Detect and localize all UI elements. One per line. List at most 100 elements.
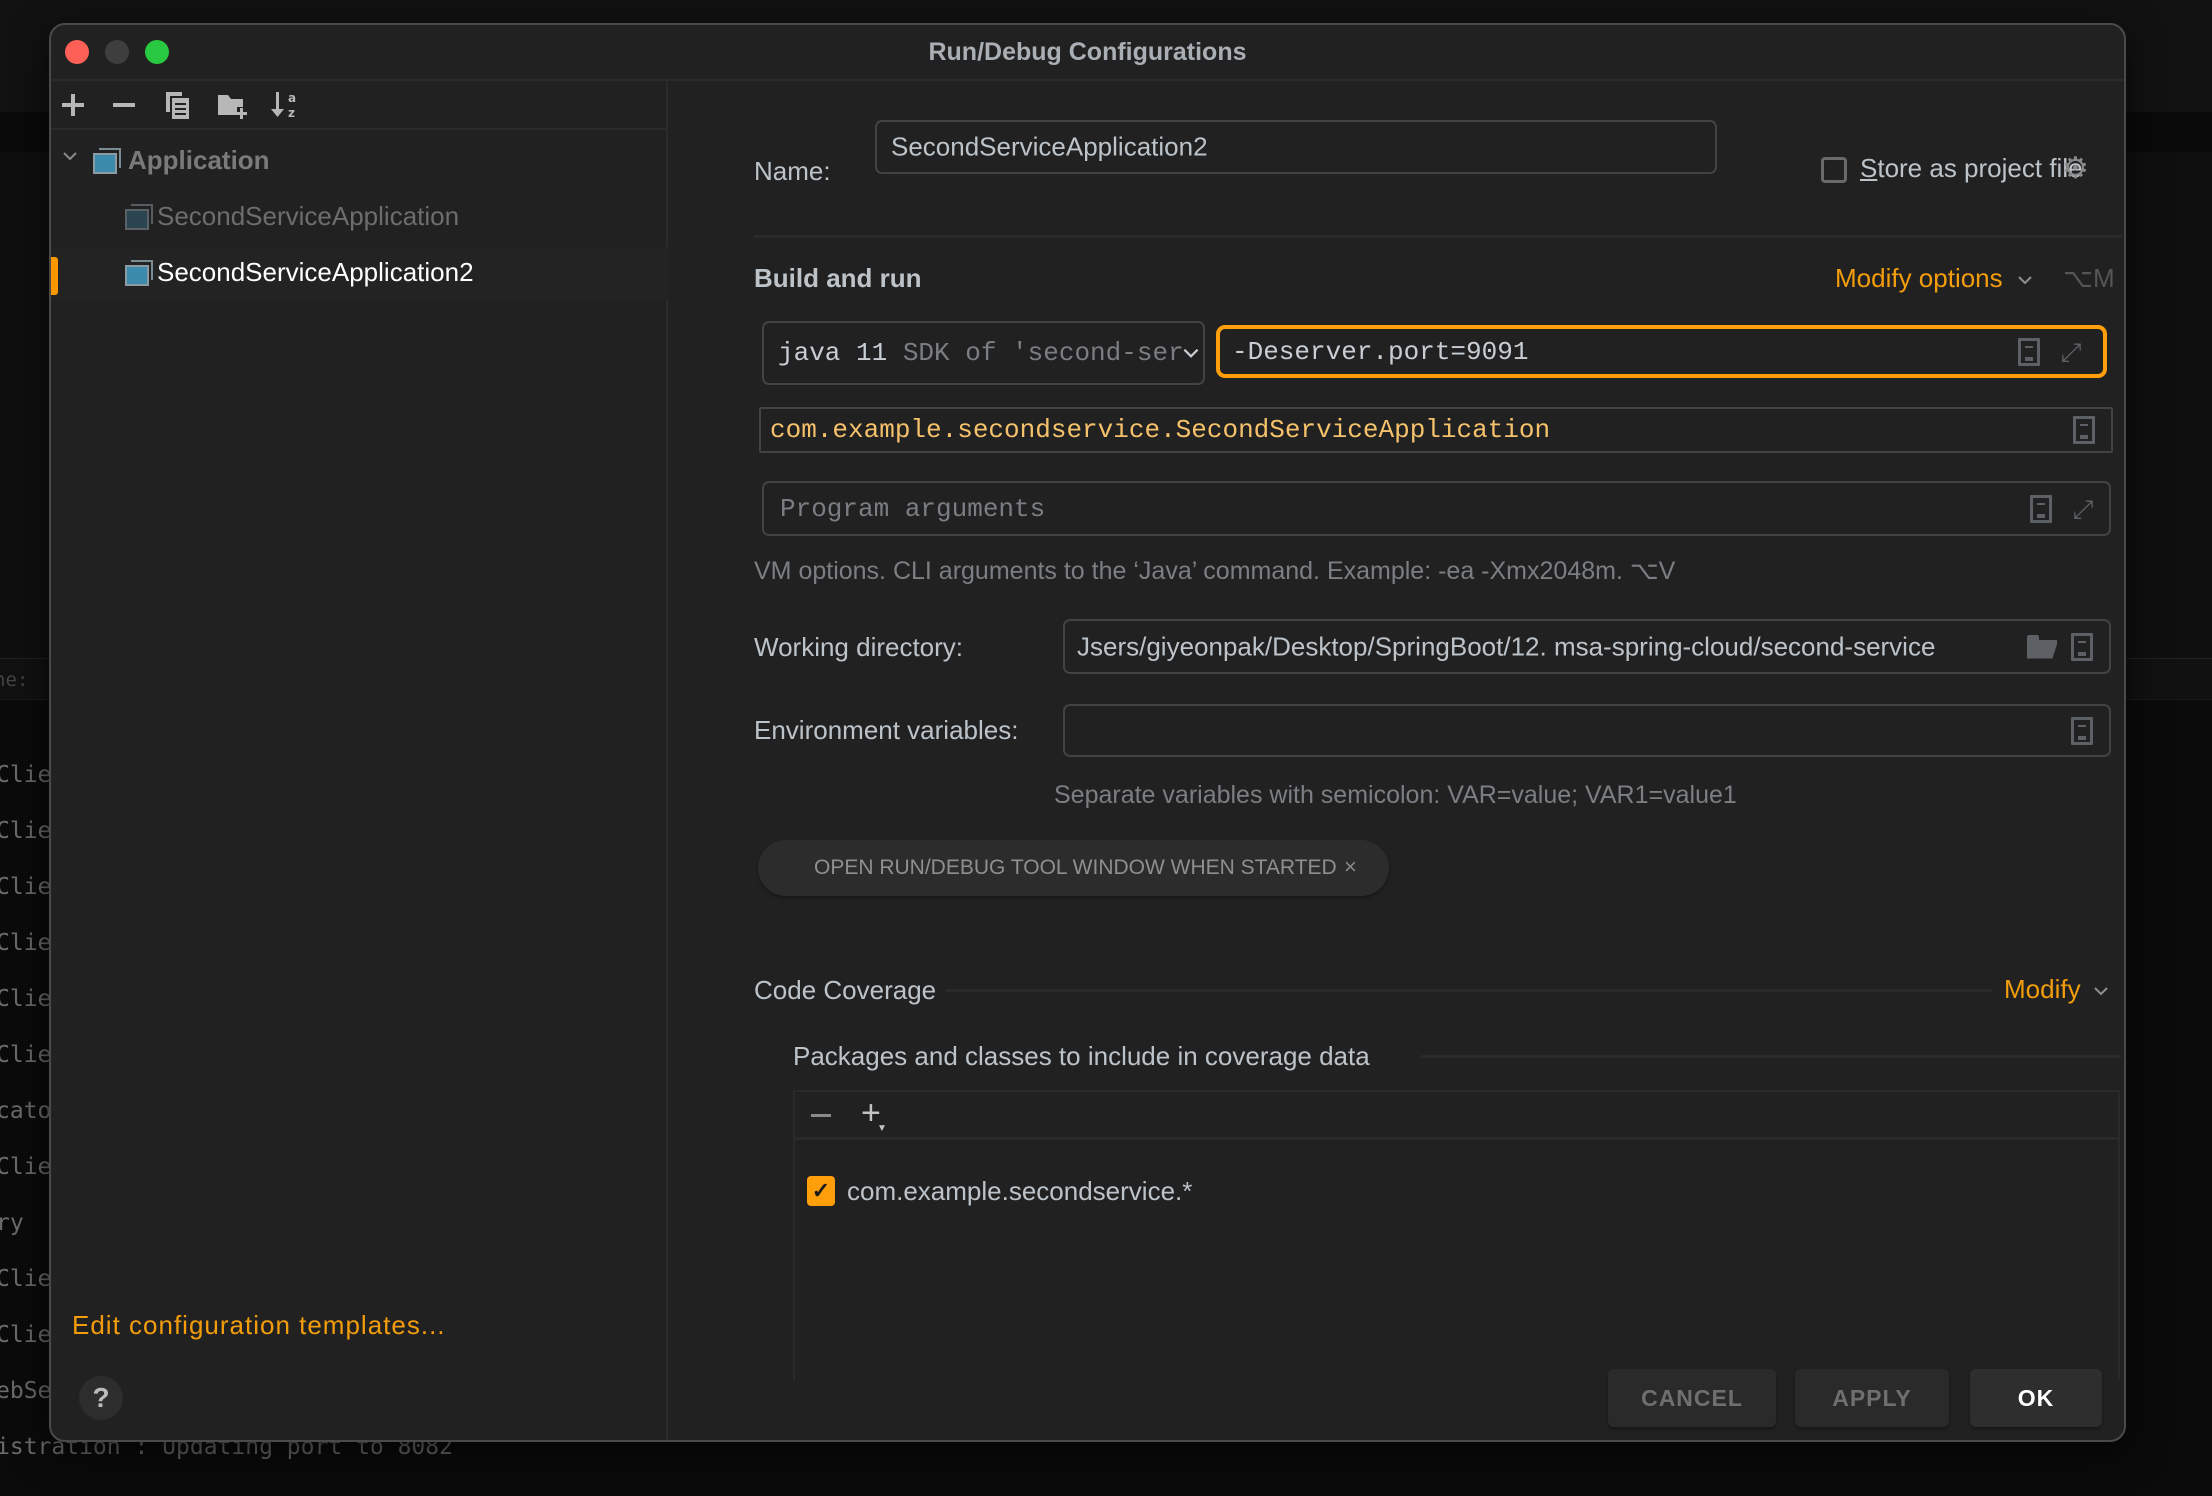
main-class-input[interactable]: com.example.secondservice.SecondServiceA… bbox=[759, 407, 2113, 453]
expand-icon[interactable]: ⤢ bbox=[2058, 339, 2084, 365]
jre-version: java 11 SDK of 'second-ser bbox=[778, 338, 1184, 368]
build-and-run-title: Build and run bbox=[754, 263, 922, 293]
minus-icon bbox=[113, 103, 135, 107]
console-line: Clie bbox=[0, 1154, 52, 1180]
apply-button[interactable]: APPLY bbox=[1795, 1369, 1949, 1427]
tree-item-selected[interactable]: SecondServiceApplication2 bbox=[51, 247, 668, 299]
help-button[interactable]: ? bbox=[79, 1376, 123, 1420]
packages-title: Packages and classes to include in cover… bbox=[793, 1041, 1370, 1071]
console-line: Clie bbox=[0, 1042, 52, 1068]
ok-button[interactable]: OK bbox=[1970, 1369, 2102, 1427]
chevron-down-icon[interactable] bbox=[61, 147, 79, 165]
store-as-project-file-label[interactable]: Store as project file bbox=[1860, 153, 2083, 184]
package-checkbox[interactable]: ✓ bbox=[807, 1176, 835, 1206]
vm-options-hint: VM options. CLI arguments to the ‘Java’ … bbox=[754, 557, 1676, 585]
package-item-label: com.example.secondservice.* bbox=[847, 1176, 1193, 1206]
coverage-modify-label: Modify bbox=[2004, 974, 2081, 1004]
new-folder-icon bbox=[218, 95, 247, 119]
add-configuration-button[interactable] bbox=[57, 89, 89, 121]
environment-variables-input[interactable] bbox=[1063, 704, 2111, 757]
working-directory-value: Jsers/giyeonpak/Desktop/SpringBoot/12. m… bbox=[1077, 631, 1936, 661]
mnemonic-letter: S bbox=[1860, 153, 1878, 183]
copy-configuration-button[interactable] bbox=[161, 89, 193, 121]
coverage-toolbar: + ▼ bbox=[795, 1092, 2118, 1140]
plus-icon bbox=[62, 94, 84, 116]
name-input[interactable]: SecondServiceApplication2 bbox=[875, 120, 1717, 174]
chevron-down-icon bbox=[1183, 348, 1199, 358]
tree-item-label: SecondServiceApplication bbox=[157, 201, 460, 231]
jre-select[interactable]: java 11 SDK of 'second-ser bbox=[762, 321, 1205, 385]
svg-text:z: z bbox=[288, 106, 295, 120]
new-folder-button[interactable] bbox=[216, 89, 248, 121]
console-line: ebSe bbox=[0, 1378, 52, 1404]
working-directory-label: Working directory: bbox=[754, 632, 964, 662]
expand-icon[interactable]: ⤢ bbox=[2070, 496, 2096, 522]
edit-configuration-templates-link[interactable]: Edit configuration templates... bbox=[72, 1310, 446, 1341]
tree-item-label: SecondServiceApplication2 bbox=[157, 257, 474, 287]
close-icon[interactable]: × bbox=[1344, 854, 1357, 880]
dropdown-caret-icon: ▼ bbox=[877, 1123, 887, 1134]
insert-macro-icon[interactable] bbox=[2030, 494, 2052, 523]
working-directory-input[interactable]: Jsers/giyeonpak/Desktop/SpringBoot/12. m… bbox=[1063, 619, 2111, 674]
application-icon bbox=[93, 148, 121, 174]
remove-configuration-button[interactable] bbox=[108, 89, 140, 121]
dialog-title: Run/Debug Configurations bbox=[928, 38, 1247, 66]
tree-group-application[interactable]: Application bbox=[51, 135, 668, 187]
folder-icon[interactable] bbox=[2027, 634, 2057, 659]
coverage-packages-list: + ▼ ✓ com.example.secondservice.* bbox=[793, 1090, 2120, 1380]
selection-marker bbox=[51, 257, 58, 295]
sort-button[interactable]: az bbox=[269, 89, 301, 121]
edit-variables-icon[interactable] bbox=[2071, 716, 2093, 745]
program-arguments-placeholder: Program arguments bbox=[780, 493, 1046, 524]
open-tool-window-chip[interactable]: OPEN RUN/DEBUG TOOL WINDOW WHEN STARTED … bbox=[758, 840, 1389, 896]
console-line: Clie bbox=[0, 930, 52, 956]
console-line: Clie bbox=[0, 874, 52, 900]
run-debug-dialog: Run/Debug Configurations az Application … bbox=[49, 23, 2126, 1442]
copy-icon bbox=[166, 92, 189, 119]
insert-macro-icon[interactable] bbox=[2073, 416, 2095, 444]
background-search-text: ne: bbox=[0, 669, 29, 691]
application-icon bbox=[125, 204, 153, 230]
coverage-modify-link[interactable]: Modify bbox=[2004, 974, 2110, 1005]
tree-group-label: Application bbox=[128, 145, 270, 175]
remove-package-button[interactable] bbox=[811, 1114, 831, 1117]
insert-macro-icon[interactable] bbox=[2071, 632, 2093, 661]
modify-options-shortcut: ⌥M bbox=[2063, 263, 2115, 293]
chevron-down-icon bbox=[2018, 276, 2032, 285]
cancel-button[interactable]: CANCEL bbox=[1608, 1369, 1776, 1427]
chip-label: OPEN RUN/DEBUG TOOL WINDOW WHEN STARTED bbox=[814, 856, 1337, 879]
chevron-down-icon bbox=[2094, 987, 2108, 996]
configurations-sidebar: az Application SecondServiceApplication … bbox=[51, 81, 668, 1440]
application-icon bbox=[125, 260, 153, 286]
modify-options-label: Modify options bbox=[1835, 263, 2003, 293]
environment-variables-label: Environment variables: bbox=[754, 715, 1019, 745]
gear-icon[interactable]: ⚙ bbox=[2062, 151, 2089, 186]
console-line: Clie bbox=[0, 818, 52, 844]
vm-options-value: -Deserver.port=9091 bbox=[1232, 336, 1529, 367]
store-as-project-file-checkbox[interactable] bbox=[1821, 157, 1847, 183]
store-label-text: tore as project file bbox=[1877, 153, 2083, 183]
console-line: ry bbox=[0, 1210, 24, 1236]
title-bar: Run/Debug Configurations bbox=[51, 25, 2124, 81]
insert-macro-icon[interactable] bbox=[2018, 337, 2040, 366]
console-line: Clie bbox=[0, 1322, 52, 1348]
environment-variables-hint: Separate variables with semicolon: VAR=v… bbox=[1054, 781, 1737, 809]
code-coverage-title: Code Coverage bbox=[754, 975, 937, 1005]
console-line: Clie bbox=[0, 762, 52, 788]
tree-item[interactable]: SecondServiceApplication bbox=[51, 191, 668, 243]
console-line: cato bbox=[0, 1098, 52, 1124]
sidebar-toolbar: az bbox=[51, 81, 666, 130]
configuration-form: Name: SecondServiceApplication2 Store as… bbox=[670, 81, 2124, 1440]
main-class-value: com.example.secondservice.SecondServiceA… bbox=[770, 415, 1551, 445]
svg-text:a: a bbox=[288, 91, 296, 105]
program-arguments-input[interactable]: Program arguments ⤢ bbox=[762, 481, 2111, 536]
sort-alpha-icon: az bbox=[271, 91, 296, 120]
modify-options-link[interactable]: Modify options bbox=[1835, 263, 2034, 294]
separator bbox=[754, 235, 2122, 238]
name-label: Name: bbox=[754, 156, 831, 186]
name-input-value: SecondServiceApplication2 bbox=[891, 131, 1208, 162]
separator bbox=[946, 989, 1992, 992]
separator bbox=[1421, 1055, 2121, 1058]
console-line: Clie bbox=[0, 1266, 52, 1292]
vm-options-input[interactable]: -Deserver.port=9091 ⤢ bbox=[1216, 325, 2107, 378]
